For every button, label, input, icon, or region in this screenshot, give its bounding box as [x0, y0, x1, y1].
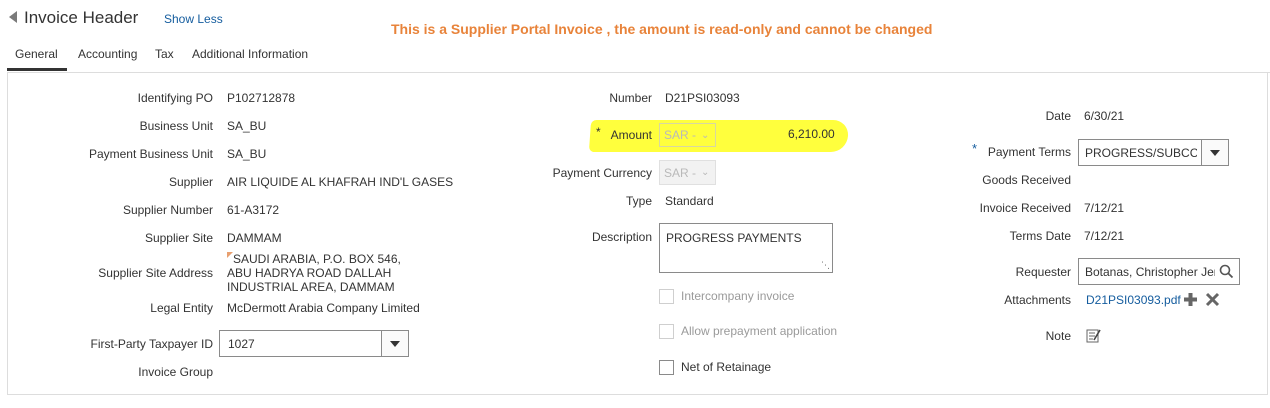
description-value: PROGRESS PAYMENTS	[666, 231, 802, 245]
invoice-received-label: Invoice Received	[979, 201, 1071, 215]
show-less-link[interactable]: Show Less	[164, 12, 223, 26]
requester-label: Requester	[1015, 265, 1071, 279]
terms-date-label: Terms Date	[1009, 229, 1071, 243]
supplier-site-address-line-3: INDUSTRIAL AREA, DAMMAM	[227, 280, 395, 294]
payment-currency-select: SAR - ⌄	[659, 160, 716, 185]
number-value: D21PSI03093	[665, 91, 740, 105]
intercompany-checkbox	[659, 289, 674, 304]
amount-currency-value: SAR -	[664, 128, 697, 142]
supplier-site-address-line-1: SAUDI ARABIA, P.O. BOX 546,	[233, 252, 401, 266]
supplier-site-value: DAMMAM	[227, 231, 282, 245]
identifying-po-label: Identifying PO	[137, 91, 213, 105]
supplier-label: Supplier	[168, 175, 213, 189]
invoice-group-label: Invoice Group	[138, 365, 213, 379]
annotation-banner: This is a Supplier Portal Invoice , the …	[391, 21, 933, 37]
attachment-link[interactable]: D21PSI03093.pdf	[1086, 293, 1181, 307]
add-attachment-icon[interactable]	[1183, 292, 1198, 307]
legal-entity-value: McDermott Arabia Company Limited	[227, 301, 420, 315]
requester-input[interactable]: Botanas, Christopher Jer	[1078, 258, 1240, 285]
net-of-retainage-label: Net of Retainage	[681, 360, 772, 374]
allow-prepayment-label: Allow prepayment application	[681, 324, 838, 338]
goods-received-label: Goods Received	[982, 173, 1071, 187]
payment-terms-required-marker: *	[972, 141, 978, 156]
chevron-down-icon	[390, 340, 400, 347]
supplier-number-value: 61-A3172	[227, 203, 280, 217]
section-title: Invoice Header	[24, 8, 139, 27]
identifying-po-value: P102712878	[227, 91, 296, 105]
terms-date-value: 7/12/21	[1084, 229, 1125, 243]
chevron-down-icon	[1210, 149, 1220, 156]
description-label: Description	[591, 230, 652, 244]
chevron-down-icon: ⌄	[701, 129, 710, 141]
type-label: Type	[625, 194, 652, 208]
intercompany-label: Intercompany invoice	[681, 289, 795, 303]
supplier-value: AIR LIQUIDE AL KHAFRAH IND'L GASES	[227, 175, 454, 189]
legal-entity-label: Legal Entity	[150, 301, 213, 315]
amount-value: 6,210.00	[788, 127, 835, 141]
amount-label: Amount	[610, 128, 652, 142]
date-label: Date	[1045, 109, 1071, 123]
tab-general[interactable]: General	[15, 47, 58, 61]
payment-terms-dropdown-button[interactable]	[1201, 140, 1228, 165]
business-unit-label: Business Unit	[139, 119, 213, 133]
taxpayer-id-label: First-Party Taxpayer ID	[90, 337, 213, 351]
supplier-site-label: Supplier Site	[144, 231, 213, 245]
tab-additional-information[interactable]: Additional Information	[192, 47, 308, 61]
allow-prepayment-checkbox	[659, 324, 674, 339]
active-tab-indicator	[7, 68, 67, 71]
payment-terms-label: Payment Terms	[987, 145, 1071, 159]
taxpayer-id-value: 1027	[228, 337, 255, 351]
payment-business-unit-label: Payment Business Unit	[88, 147, 213, 161]
collapse-triangle-icon[interactable]	[9, 11, 17, 23]
supplier-site-address-label: Supplier Site Address	[98, 266, 213, 280]
attachments-label: Attachments	[1004, 293, 1071, 307]
requester-value: Botanas, Christopher Jer	[1085, 265, 1215, 279]
tab-accounting[interactable]: Accounting	[78, 47, 137, 61]
search-icon[interactable]	[1219, 264, 1234, 279]
net-of-retainage-checkbox[interactable]	[659, 360, 674, 375]
tab-tax[interactable]: Tax	[155, 47, 174, 61]
type-value: Standard	[665, 194, 714, 208]
supplier-site-address-line-2: ABU HADRYA ROAD DALLAH	[227, 266, 392, 280]
chevron-down-icon: ⌄	[701, 167, 710, 178]
resize-handle-icon[interactable]: ⋱	[821, 260, 830, 271]
note-label: Note	[1045, 329, 1071, 343]
number-label: Number	[609, 91, 652, 105]
payment-currency-label: Payment Currency	[552, 166, 652, 180]
invoice-received-value: 7/12/21	[1084, 201, 1125, 215]
taxpayer-id-dropdown-button[interactable]	[381, 331, 408, 356]
payment-terms-select[interactable]: PROGRESS/SUBCC	[1078, 139, 1229, 166]
payment-terms-value: PROGRESS/SUBCC	[1085, 146, 1197, 160]
supplier-number-label: Supplier Number	[122, 203, 213, 217]
payment-currency-value: SAR -	[664, 165, 697, 180]
note-edit-icon[interactable]	[1086, 328, 1101, 343]
date-value: 6/30/21	[1084, 109, 1125, 123]
business-unit-value: SA_BU	[227, 119, 267, 133]
taxpayer-id-select[interactable]: 1027	[219, 330, 409, 357]
amount-required-marker: *	[596, 125, 601, 139]
description-textarea[interactable]: PROGRESS PAYMENTS ⋱	[659, 223, 833, 273]
delete-attachment-icon[interactable]	[1205, 292, 1220, 307]
amount-currency-select: SAR - ⌄	[659, 123, 716, 147]
payment-business-unit-value: SA_BU	[227, 147, 267, 161]
